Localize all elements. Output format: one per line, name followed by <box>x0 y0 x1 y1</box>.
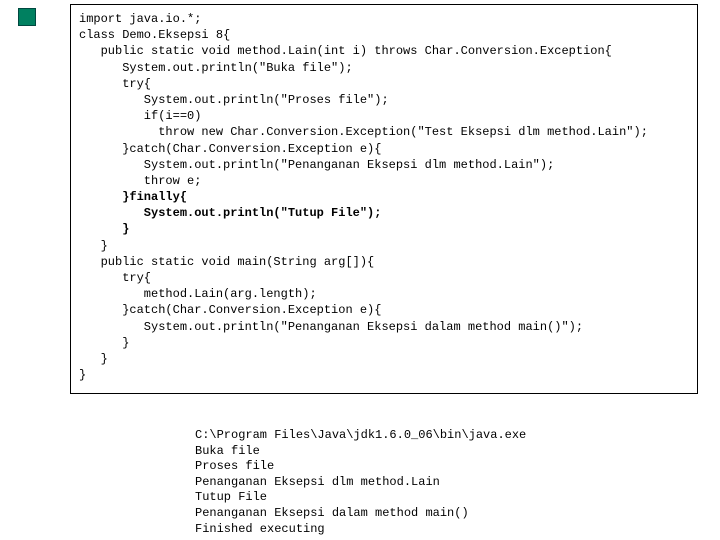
code-line: throw new Char.Conversion.Exception("Tes… <box>79 124 689 140</box>
code-line: } <box>79 367 689 383</box>
code-line: } <box>79 238 689 254</box>
slide-bullet-icon <box>18 8 36 26</box>
code-line: method.Lain(arg.length); <box>79 286 689 302</box>
code-line: try{ <box>79 270 689 286</box>
code-line: import java.io.*; <box>79 11 689 27</box>
code-line: System.out.println("Proses file"); <box>79 92 689 108</box>
code-line: public static void main(String arg[]){ <box>79 254 689 270</box>
output-line: Buka file <box>195 444 595 460</box>
code-line: } <box>79 351 689 367</box>
output-line: Proses file <box>195 459 595 475</box>
output-line: C:\Program Files\Java\jdk1.6.0_06\bin\ja… <box>195 428 595 444</box>
output-line: Penanganan Eksepsi dalam method main() <box>195 506 595 522</box>
code-line: public static void method.Lain(int i) th… <box>79 43 689 59</box>
code-line: System.out.println("Penanganan Eksepsi d… <box>79 319 689 335</box>
output-line: Penanganan Eksepsi dlm method.Lain <box>195 475 595 491</box>
code-block: import java.io.*; class Demo.Eksepsi 8{ … <box>70 4 698 394</box>
code-line: class Demo.Eksepsi 8{ <box>79 27 689 43</box>
output-line: Tutup File <box>195 490 595 506</box>
code-line: System.out.println("Buka file"); <box>79 60 689 76</box>
code-line: } <box>79 221 689 237</box>
code-line: if(i==0) <box>79 108 689 124</box>
code-line: System.out.println("Penanganan Eksepsi d… <box>79 157 689 173</box>
code-line: throw e; <box>79 173 689 189</box>
output-line: Finished executing <box>195 522 595 538</box>
code-line: try{ <box>79 76 689 92</box>
code-line: }catch(Char.Conversion.Exception e){ <box>79 302 689 318</box>
code-line: }finally{ <box>79 189 689 205</box>
console-output: C:\Program Files\Java\jdk1.6.0_06\bin\ja… <box>195 428 595 537</box>
code-line: System.out.println("Tutup File"); <box>79 205 689 221</box>
code-line: } <box>79 335 689 351</box>
code-line: }catch(Char.Conversion.Exception e){ <box>79 141 689 157</box>
